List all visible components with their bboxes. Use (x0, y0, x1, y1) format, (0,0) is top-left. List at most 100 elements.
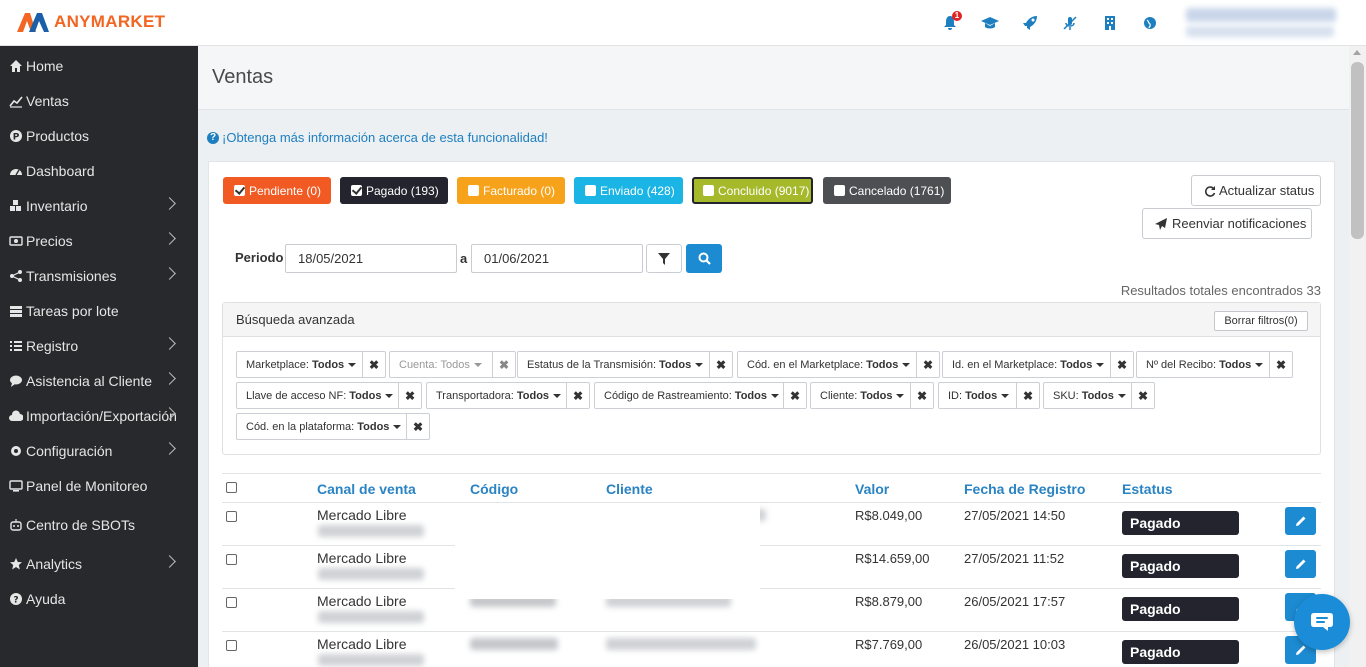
remove-filter-button[interactable]: ✖ (1111, 352, 1133, 377)
search-button[interactable] (686, 244, 722, 273)
date-to-input[interactable] (471, 244, 643, 273)
status-filter-concluido[interactable]: Concluido (9017) (692, 177, 813, 204)
sidebar-item-precios[interactable]: Precios (0, 226, 198, 256)
remove-filter-button[interactable]: ✖ (784, 383, 806, 408)
close-icon: ✖ (1137, 388, 1149, 403)
remove-filter-button[interactable]: ✖ (1270, 352, 1292, 377)
column-header[interactable]: Valor (855, 481, 889, 497)
sidebar-item-ayuda[interactable]: ? Ayuda (0, 584, 198, 614)
row-checkbox[interactable] (226, 597, 237, 608)
sidebar-item-inventario[interactable]: Inventario (0, 191, 198, 221)
checked-checkbox-icon (351, 185, 362, 196)
rocket-icon[interactable] (1010, 12, 1050, 34)
scrollbar-thumb[interactable] (1351, 62, 1364, 239)
caret-down-icon (393, 424, 402, 429)
chevron-right-icon (163, 337, 176, 350)
scroll-up-arrow[interactable] (1353, 50, 1361, 55)
remove-filter-button[interactable]: ✖ (1132, 383, 1154, 408)
status-filter-label: Cancelado (1761) (849, 183, 945, 198)
edit-button[interactable] (1285, 507, 1316, 535)
anymarket-logo[interactable]: ANYMARKET (16, 10, 165, 34)
filter-dropdown[interactable]: Nº del Recibo: Todos (1137, 352, 1270, 377)
user-menu[interactable] (1186, 6, 1340, 40)
column-header[interactable]: Estatus (1122, 481, 1173, 497)
row-checkbox[interactable] (226, 640, 237, 651)
remove-filter-button[interactable]: ✖ (567, 383, 589, 408)
sidebar-item-label: Registro (26, 338, 79, 354)
filter-dropdown[interactable]: Cuenta: Todos (390, 352, 493, 377)
filter-chip-c-digo-de-rastreamiento: Código de Rastreamiento: Todos ✖ (594, 382, 807, 409)
filter-dropdown[interactable]: SKU: Todos (1044, 383, 1132, 408)
chat-widget-button[interactable] (1294, 594, 1350, 650)
edit-button[interactable] (1285, 550, 1316, 578)
column-header[interactable]: Cliente (606, 481, 653, 497)
sidebar-item-importaci-n-exportaci-n[interactable]: Importación/Exportación (0, 401, 198, 431)
sidebar-item-productos[interactable]: P Productos (0, 121, 198, 151)
sidebar-item-asistencia-al-cliente[interactable]: Asistencia al Cliente (0, 366, 198, 396)
share-icon (9, 269, 23, 283)
status-filter-facturado[interactable]: Facturado (0) (457, 177, 565, 204)
building-icon[interactable] (1090, 12, 1130, 34)
sidebar-item-home[interactable]: Home (0, 51, 198, 81)
filter-dropdown[interactable]: Cliente: Todos (811, 383, 911, 408)
close-icon: ✖ (916, 388, 928, 403)
sidebar-item-dashboard[interactable]: Dashboard (0, 156, 198, 186)
sidebar-item-ventas[interactable]: Ventas (0, 86, 198, 116)
sidebar-item-label: Home (26, 58, 64, 74)
date-from-input[interactable] (285, 244, 457, 273)
status-filter-cancelado[interactable]: Cancelado (1761) (823, 177, 951, 204)
sidebar-item-tareas-por-lote[interactable]: Tareas por lote (0, 296, 198, 326)
filter-dropdown[interactable]: Id. en el Marketplace: Todos (943, 352, 1111, 377)
filter-value: Todos (357, 420, 390, 433)
refresh-status-button[interactable]: Actualizar status (1191, 175, 1321, 206)
microphone-off-icon[interactable] (1050, 12, 1090, 34)
filter-dropdown[interactable]: Llave de acceso NF: Todos (237, 383, 399, 408)
filter-dropdown[interactable]: Cód. en el Marketplace: Todos (738, 352, 917, 377)
column-header[interactable]: Fecha de Registro (964, 481, 1085, 497)
close-icon: ✖ (922, 357, 934, 372)
column-header[interactable]: Canal de venta (317, 481, 416, 497)
remove-filter-button[interactable]: ✖ (363, 352, 385, 377)
filter-dropdown[interactable]: ID: Todos (939, 383, 1017, 408)
graduation-cap-icon[interactable] (970, 12, 1010, 34)
sidebar-item-panel-de-monitoreo[interactable]: Panel de Monitoreo (0, 471, 198, 501)
filter-dropdown[interactable]: Cód. en la plataforma: Todos (237, 414, 407, 439)
remove-filter-button[interactable]: ✖ (710, 352, 732, 377)
globe-icon[interactable] (1130, 12, 1170, 34)
sidebar-item-transmisiones[interactable]: Transmisiones (0, 261, 198, 291)
remove-filter-button[interactable]: ✖ (1017, 383, 1039, 408)
order-code-redacted[interactable] (470, 638, 558, 650)
status-filter-enviado[interactable]: Enviado (428) (574, 177, 683, 204)
remove-filter-button[interactable]: ✖ (399, 383, 421, 408)
filter-dropdown[interactable]: Transportadora: Todos (427, 383, 567, 408)
bell-icon[interactable]: 1 (930, 11, 970, 34)
chevron-right-icon (163, 232, 176, 245)
info-link[interactable]: ? ¡Obtenga más información acerca de est… (207, 130, 548, 145)
channel-cell: Mercado Libre (317, 550, 407, 566)
remove-filter-button[interactable]: ✖ (917, 352, 939, 377)
filter-chip-estatus-de-la-transmisi-n: Estatus de la Transmisión: Todos ✖ (517, 351, 733, 378)
row-checkbox[interactable] (226, 554, 237, 565)
channel-account-redacted (318, 568, 424, 580)
sidebar-item-configuraci-n[interactable]: Configuración (0, 436, 198, 466)
status-filter-pagado[interactable]: Pagado (193) (340, 177, 448, 204)
filter-dropdown[interactable]: Marketplace: Todos (237, 352, 363, 377)
sidebar-item-registro[interactable]: Registro (0, 331, 198, 361)
column-header[interactable]: Código (470, 481, 518, 497)
filter-dropdown[interactable]: Código de Rastreamiento: Todos (595, 383, 784, 408)
filter-button[interactable] (646, 244, 682, 273)
unchecked-checkbox-icon (703, 185, 714, 196)
select-all-checkbox[interactable] (226, 482, 237, 493)
filter-dropdown[interactable]: Estatus de la Transmisión: Todos (518, 352, 710, 377)
row-checkbox[interactable] (226, 511, 237, 522)
remove-filter-button[interactable]: ✖ (911, 383, 933, 408)
clear-filters-button[interactable]: Borrar filtros(0) (1214, 311, 1308, 331)
resend-notifications-button[interactable]: Reenviar notificaciones (1142, 208, 1312, 239)
sidebar-item-centro-de-sbots[interactable]: Centro de SBOTs (0, 510, 198, 540)
filter-icon (658, 252, 670, 265)
remove-filter-button[interactable]: ✖ (493, 352, 515, 377)
status-filter-pendiente[interactable]: Pendiente (0) (223, 177, 331, 204)
remove-filter-button[interactable]: ✖ (407, 414, 429, 439)
sidebar-item-analytics[interactable]: Analytics (0, 549, 198, 579)
sidebar-item-label: Ayuda (26, 591, 66, 607)
